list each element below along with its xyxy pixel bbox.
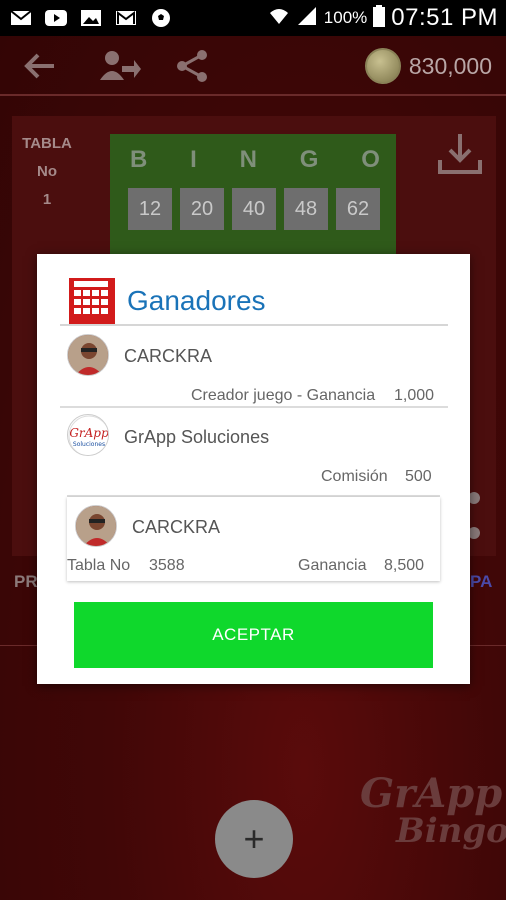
- winner-name: CARCKRA: [132, 517, 221, 537]
- tabla-no-value: 1: [42, 191, 52, 208]
- bingo-number[interactable]: 62: [336, 188, 380, 230]
- ganancia-value: 8,500: [384, 557, 425, 574]
- bingo-number[interactable]: 12: [128, 188, 172, 230]
- share-icon[interactable]: [166, 40, 218, 92]
- avatar: [67, 334, 109, 376]
- battery-percent: 100%: [323, 8, 368, 27]
- bingo-logo-icon: [69, 278, 115, 324]
- clock: 07:51 PM: [391, 4, 498, 31]
- image-icon: [78, 8, 104, 28]
- grapp-logo-avatar: GrApp Soluciones: [67, 414, 109, 456]
- dialog-header: Ganadores: [69, 278, 266, 324]
- entry-name: GrApp Soluciones: [124, 427, 270, 447]
- tabla-no-value: 3588: [149, 557, 185, 574]
- bingo-number-row: 12 20 40 48 62: [128, 188, 380, 230]
- bingo-header: B I N G O: [120, 146, 390, 174]
- winners-dialog: Ganadores CARCKRA Creador juego - Gananc…: [37, 254, 470, 684]
- bingo-number[interactable]: 20: [180, 188, 224, 230]
- status-bar: 100% 07:51 PM: [0, 0, 506, 36]
- avatar: [75, 505, 117, 547]
- svg-text:Soluciones: Soluciones: [73, 441, 105, 448]
- gmail-icon: [113, 8, 139, 28]
- ganancia-label: Ganancia: [298, 557, 367, 574]
- tabla-no-label: No: [37, 163, 57, 180]
- soccer-ball-icon: [148, 8, 174, 28]
- entry-divider: [60, 406, 448, 408]
- winner-card: CARCKRA Tabla No 3588 Ganancia 8,500: [67, 497, 440, 581]
- signal-icon: [296, 6, 318, 31]
- bingo-letter: B: [130, 146, 148, 173]
- coin-icon: [364, 48, 401, 84]
- youtube-icon: [43, 8, 69, 28]
- accept-button[interactable]: ACEPTAR: [74, 602, 433, 668]
- tabla-label: TABLA: [22, 135, 72, 152]
- partial-label-left: PR: [14, 572, 38, 591]
- bingo-letter: N: [239, 146, 257, 173]
- brand-line-1: GrApp: [360, 770, 503, 817]
- bingo-letter: G: [299, 146, 319, 173]
- coin-balance: 830,000: [364, 48, 492, 84]
- svg-text:GrApp: GrApp: [69, 426, 109, 440]
- bingo-number[interactable]: 40: [232, 188, 276, 230]
- entry-detail-value: 1,000: [394, 387, 435, 404]
- bingo-number[interactable]: 48: [284, 188, 328, 230]
- tabla-no-label: Tabla No: [67, 557, 131, 574]
- back-arrow-icon[interactable]: [14, 40, 66, 92]
- partial-label-right[interactable]: PA: [470, 572, 492, 592]
- brand-line-2: Bingo: [396, 811, 506, 851]
- toolbar: 830,000: [0, 36, 506, 96]
- transfer-user-icon[interactable]: [94, 40, 146, 92]
- bingo-letter: I: [190, 146, 197, 173]
- tabla-info: TABLA No 1: [20, 130, 74, 214]
- entry-name: CARCKRA: [124, 346, 213, 366]
- grapp-bingo-logo: GrApp Bingo: [360, 770, 506, 851]
- entry-detail-label: Comisión: [321, 468, 388, 485]
- entry-detail-label: Creador juego - Ganancia: [191, 387, 376, 404]
- download-icon[interactable]: [436, 130, 484, 178]
- dialog-title: Ganadores: [127, 285, 266, 316]
- entry-detail-value: 500: [405, 468, 432, 485]
- battery-icon: [373, 4, 386, 32]
- wifi-icon: [268, 6, 290, 31]
- toolbar-divider: [0, 94, 506, 96]
- bingo-letter: O: [361, 146, 380, 173]
- mail-icon: [8, 8, 34, 28]
- add-button[interactable]: +: [215, 800, 293, 878]
- header-divider: [60, 324, 448, 326]
- coin-amount: 830,000: [408, 52, 492, 79]
